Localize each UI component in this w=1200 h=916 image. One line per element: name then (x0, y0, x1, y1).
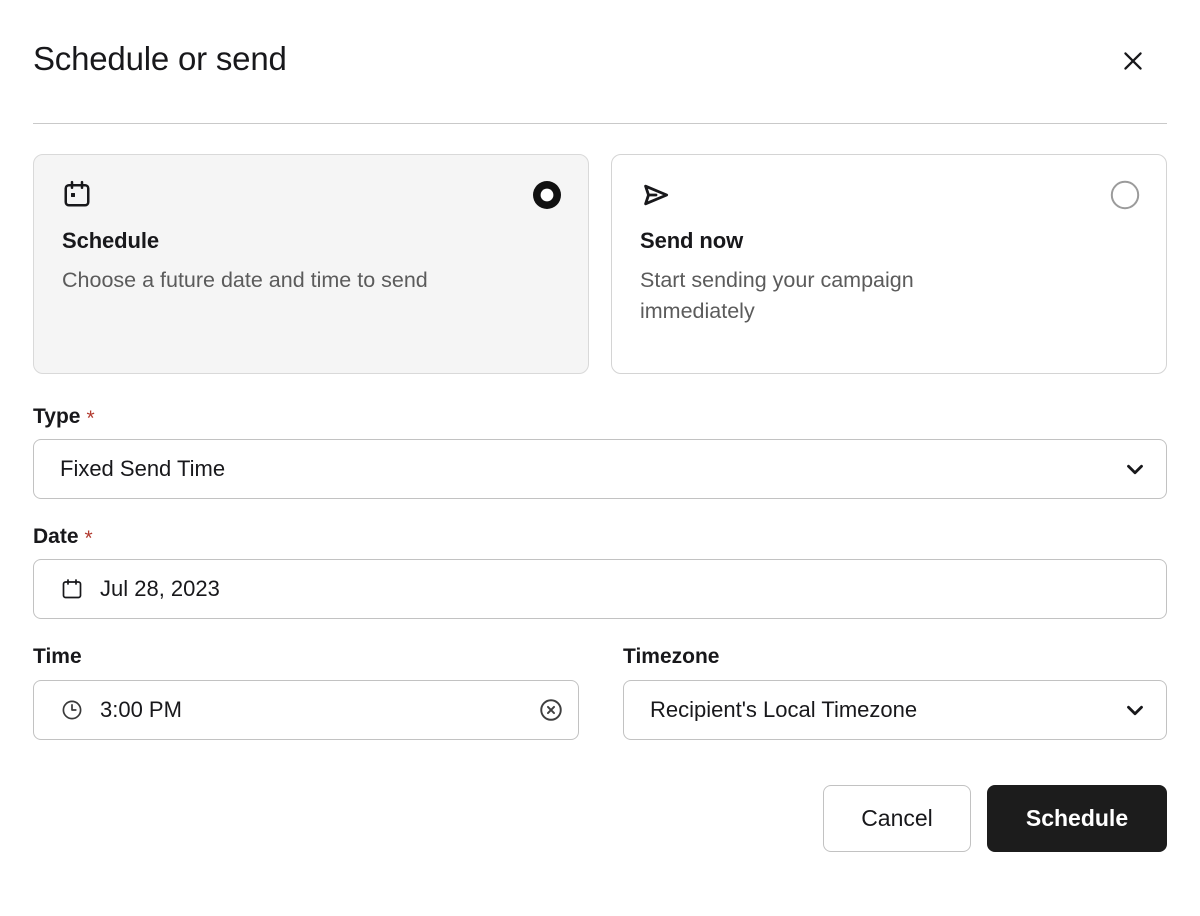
schedule-or-send-dialog: Schedule or send Schedule Choose a futur… (0, 0, 1200, 916)
label-type: Type * (33, 404, 1167, 429)
close-icon (1120, 48, 1146, 74)
label-timezone-text: Timezone (623, 644, 719, 669)
type-select-value: Fixed Send Time (60, 458, 1122, 480)
label-type-text: Type (33, 404, 80, 429)
type-select[interactable]: Fixed Send Time (33, 439, 1167, 499)
option-title-schedule: Schedule (62, 229, 564, 253)
field-type: Type * Fixed Send Time (33, 404, 1167, 499)
label-date-text: Date (33, 524, 79, 549)
radio-schedule-selected[interactable] (531, 179, 563, 211)
time-input-value: 3:00 PM (100, 699, 538, 721)
field-date: Date * Jul 28, 2023 (33, 524, 1167, 619)
close-button[interactable] (1113, 41, 1153, 81)
option-card-send-now[interactable]: Send now Start sending your campaign imm… (611, 154, 1167, 374)
chevron-down-icon (1122, 456, 1148, 482)
label-time: Time (33, 644, 579, 669)
required-indicator-date: * (85, 528, 93, 549)
timezone-select[interactable]: Recipient's Local Timezone (623, 680, 1167, 740)
option-description-schedule: Choose a future date and time to send (62, 265, 442, 296)
date-input[interactable]: Jul 28, 2023 (33, 559, 1167, 619)
timezone-select-value: Recipient's Local Timezone (650, 699, 1122, 721)
label-time-text: Time (33, 644, 82, 669)
radio-send-now-unselected[interactable] (1109, 179, 1141, 211)
dialog-header: Schedule or send (33, 0, 1167, 124)
option-description-send-now: Start sending your campaign immediately (640, 265, 1020, 326)
page-title: Schedule or send (33, 41, 287, 81)
time-timezone-row: Time 3:00 PM (33, 644, 1167, 739)
label-date: Date * (33, 524, 1167, 549)
option-card-schedule[interactable]: Schedule Choose a future date and time t… (33, 154, 589, 374)
time-input[interactable]: 3:00 PM (33, 680, 579, 740)
field-timezone: Timezone Recipient's Local Timezone (623, 644, 1167, 739)
send-icon (640, 179, 1142, 211)
calendar-icon (60, 577, 84, 601)
schedule-form: Type * Fixed Send Time Date * (33, 404, 1167, 740)
calendar-icon (62, 179, 564, 211)
chevron-down-icon (1122, 697, 1148, 723)
date-input-value: Jul 28, 2023 (100, 578, 1148, 600)
dialog-footer: Cancel Schedule (33, 785, 1167, 852)
send-option-group: Schedule Choose a future date and time t… (33, 154, 1167, 374)
circle-x-icon (538, 697, 564, 723)
field-time: Time 3:00 PM (33, 644, 579, 739)
label-timezone: Timezone (623, 644, 1167, 669)
clear-time-button[interactable] (538, 697, 564, 723)
option-title-send-now: Send now (640, 229, 1142, 253)
required-indicator-type: * (86, 408, 94, 429)
cancel-button[interactable]: Cancel (823, 785, 971, 852)
clock-icon (60, 698, 84, 722)
schedule-button[interactable]: Schedule (987, 785, 1167, 852)
